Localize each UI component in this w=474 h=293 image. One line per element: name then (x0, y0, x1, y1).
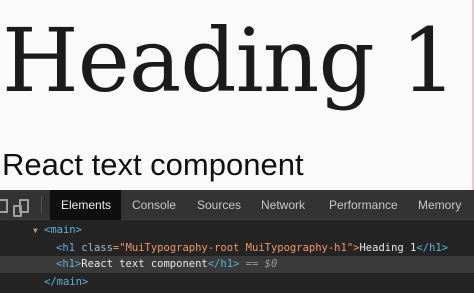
dom-node-main-close[interactable]: </main> (0, 274, 474, 291)
h1-attr-eq: =" (112, 242, 126, 254)
h1b-text-node: React text component (81, 258, 208, 270)
inspect-element-icon[interactable] (0, 199, 8, 213)
h1-open-tag: <h1 (56, 242, 82, 254)
h1b-open-tag: <h1> (56, 258, 82, 270)
main-open-tag: <main> (44, 224, 82, 236)
toolbar-divider (41, 196, 42, 214)
h1-attr-name: class (81, 242, 113, 254)
h1b-close-tag: </h1> (207, 258, 240, 270)
expand-arrow-icon[interactable]: ▼ (33, 222, 38, 239)
h1-close-tag: </h1> (416, 242, 448, 254)
tab-elements[interactable]: Elements (50, 190, 121, 220)
elements-dom-tree: ▼ <main> <h1 class="MuiTypography-root M… (0, 220, 474, 293)
devtools-toolbar: Elements Console Sources Network Perform… (0, 190, 474, 220)
dom-node-h1-heading[interactable]: <h1 class="MuiTypography-root MuiTypogra… (0, 240, 474, 257)
h1-text-node: Heading 1 (359, 242, 417, 254)
tab-network[interactable]: Network (261, 190, 305, 220)
tab-console[interactable]: Console (132, 190, 176, 220)
heading-1-text: Heading 1 (2, 9, 457, 112)
rendered-page: Heading 1 React text component (0, 0, 474, 190)
devtools-panel: Elements Console Sources Network Perform… (0, 190, 474, 293)
tab-performance[interactable]: Performance (329, 190, 398, 220)
h1-attr-value: MuiTypography-root MuiTypography-h1 (125, 242, 347, 254)
tab-memory[interactable]: Memory (418, 190, 461, 220)
dom-node-main[interactable]: ▼ <main> (0, 222, 474, 239)
selected-node-marker: == $0 (245, 258, 278, 270)
react-text-component: React text component (2, 147, 304, 182)
dom-node-h1-react-selected[interactable]: <h1>React text component</h1> == $0 (0, 256, 474, 273)
tab-sources[interactable]: Sources (197, 190, 241, 220)
main-close-tag: </main> (44, 276, 89, 288)
h1-attr-end: "> (346, 242, 360, 254)
device-toolbar-icon[interactable] (13, 199, 29, 217)
